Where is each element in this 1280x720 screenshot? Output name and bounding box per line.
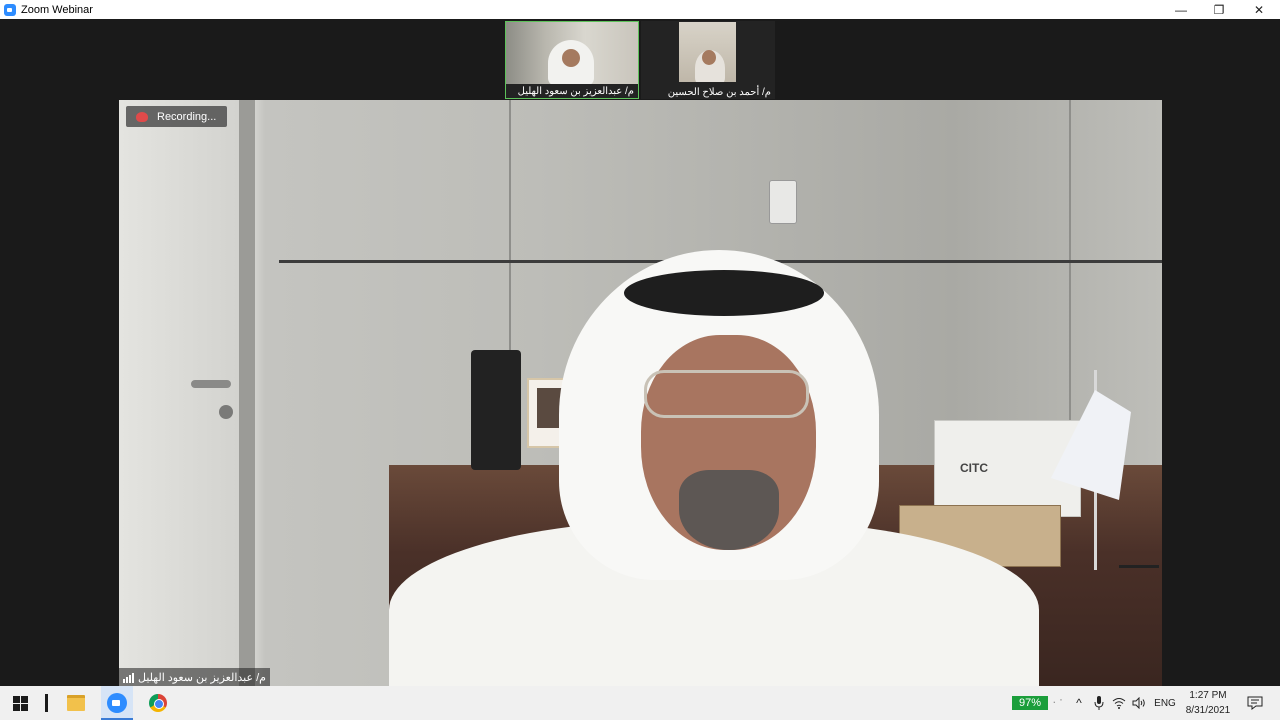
wifi-icon[interactable] [1110,686,1128,720]
participant-name: م/ عبدالعزيز بن سعود الهليل [517,86,634,97]
minimize-button[interactable]: — [1162,0,1200,19]
office-door [119,100,244,686]
participant-name: م/ أحمد بن صلاح الحسين [667,87,771,98]
zoom-taskbar-icon[interactable] [101,686,133,720]
cloud-recording-icon [136,111,148,122]
battery-indicator[interactable]: 97% [1012,696,1048,710]
speaker-name: م/ عبدالعزيز بن سعود الهليل [138,671,266,684]
participant-face [562,49,580,67]
participant-face [702,50,716,65]
volume-icon[interactable] [1130,686,1148,720]
citc-logo: CITC [960,461,988,475]
microphone-icon[interactable] [1091,686,1107,720]
windows-taskbar: 97% ⠂⠁ ^ ENG 1:27 PM 8/31/2021 [0,686,1280,720]
windows-start-icon[interactable] [0,686,40,720]
recording-indicator[interactable]: Recording... [126,106,227,127]
window-title: Zoom Webinar [21,3,93,16]
recording-label: Recording... [157,110,217,123]
title-bar: Zoom Webinar — ❐ ✕ [0,0,1280,19]
participant-video [506,22,638,84]
participant-video [679,22,736,82]
door-frame [239,100,255,686]
participant-thumbnail[interactable]: م/ عبدالعزيز بن سعود الهليل [505,21,639,99]
input-language[interactable]: ENG [1152,686,1178,720]
wall-sensor [769,180,797,224]
speaker-name-tag: م/ عبدالعزيز بن سعود الهليل [119,668,270,686]
participant-thumbnail[interactable]: م/ أحمد بن صلاح الحسين [641,21,775,99]
door-handle [191,380,231,388]
tray-dots-icon: ⠂⠁ [1052,697,1066,708]
zoom-app-icon [4,3,16,16]
clock-time: 1:27 PM [1189,690,1227,701]
search-icon[interactable] [40,686,52,720]
signal-strength-icon [123,672,134,683]
speaker-agal [624,270,824,316]
active-speaker-video[interactable]: CITC Recording... م/ عبدالعزيز بن سعود ا… [119,100,1162,686]
speaker-beard [679,470,779,550]
notification-center-icon[interactable] [1240,686,1270,720]
file-explorer-icon[interactable] [60,686,92,720]
speaker-glasses [644,370,809,418]
chrome-icon[interactable] [142,686,174,720]
meeting-stage: م/ عبدالعزيز بن سعود الهليل م/ أحمد بن ص… [0,19,1280,686]
system-clock[interactable]: 1:27 PM 8/31/2021 [1180,688,1236,718]
close-button[interactable]: ✕ [1240,0,1278,19]
desk-object [471,350,521,470]
maximize-button[interactable]: ❐ [1200,0,1238,19]
clock-date: 8/31/2021 [1185,705,1231,716]
show-hidden-icons-chevron[interactable]: ^ [1070,686,1088,720]
door-lock [219,405,233,419]
tripod-stand [1119,510,1159,568]
